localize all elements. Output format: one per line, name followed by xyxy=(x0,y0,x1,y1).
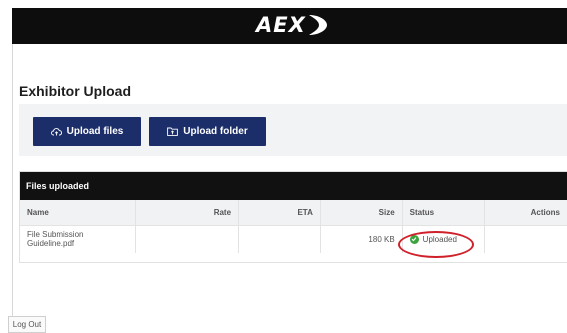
upload-files-button[interactable]: Upload files xyxy=(33,117,141,146)
table-row[interactable]: File Submission Guideline.pdf 180 KB Upl… xyxy=(20,224,567,253)
column-header-rate[interactable]: Rate xyxy=(135,200,240,225)
folder-upload-icon xyxy=(167,127,179,136)
table-header-row: Name Rate ETA Size Status Actions xyxy=(20,200,567,225)
rate-cell xyxy=(135,224,240,253)
upload-panel: Upload files Upload folder xyxy=(19,104,567,156)
file-name-cell: File Submission Guideline.pdf xyxy=(20,224,137,253)
column-header-eta[interactable]: ETA xyxy=(238,200,321,225)
upload-files-label: Upload files xyxy=(66,126,124,137)
aex-logo[interactable]: AEX xyxy=(256,12,329,38)
actions-cell xyxy=(484,224,567,253)
page-title: Exhibitor Upload xyxy=(19,83,131,99)
files-table: Name Rate ETA Size Status Actions File S… xyxy=(20,200,567,253)
divider xyxy=(12,44,13,333)
log-out-button[interactable]: Log Out xyxy=(8,316,46,333)
top-bar: AEX xyxy=(12,8,567,44)
size-cell: 180 KB xyxy=(320,224,403,253)
column-header-status[interactable]: Status xyxy=(402,200,485,225)
column-header-actions: Actions xyxy=(484,200,567,225)
upload-folder-label: Upload folder xyxy=(183,126,248,137)
eta-cell xyxy=(238,224,321,253)
logo-chevron-icon xyxy=(308,15,327,35)
column-header-name[interactable]: Name xyxy=(20,200,137,225)
status-highlight-ring xyxy=(398,231,474,258)
upload-folder-button[interactable]: Upload folder xyxy=(149,117,266,146)
column-header-size[interactable]: Size xyxy=(320,200,403,225)
files-uploaded-panel: Files uploaded Name Rate ETA Size Status… xyxy=(19,171,567,263)
cloud-upload-icon xyxy=(50,128,62,136)
files-uploaded-header: Files uploaded xyxy=(20,172,567,200)
logo-text: AEX xyxy=(256,13,306,37)
